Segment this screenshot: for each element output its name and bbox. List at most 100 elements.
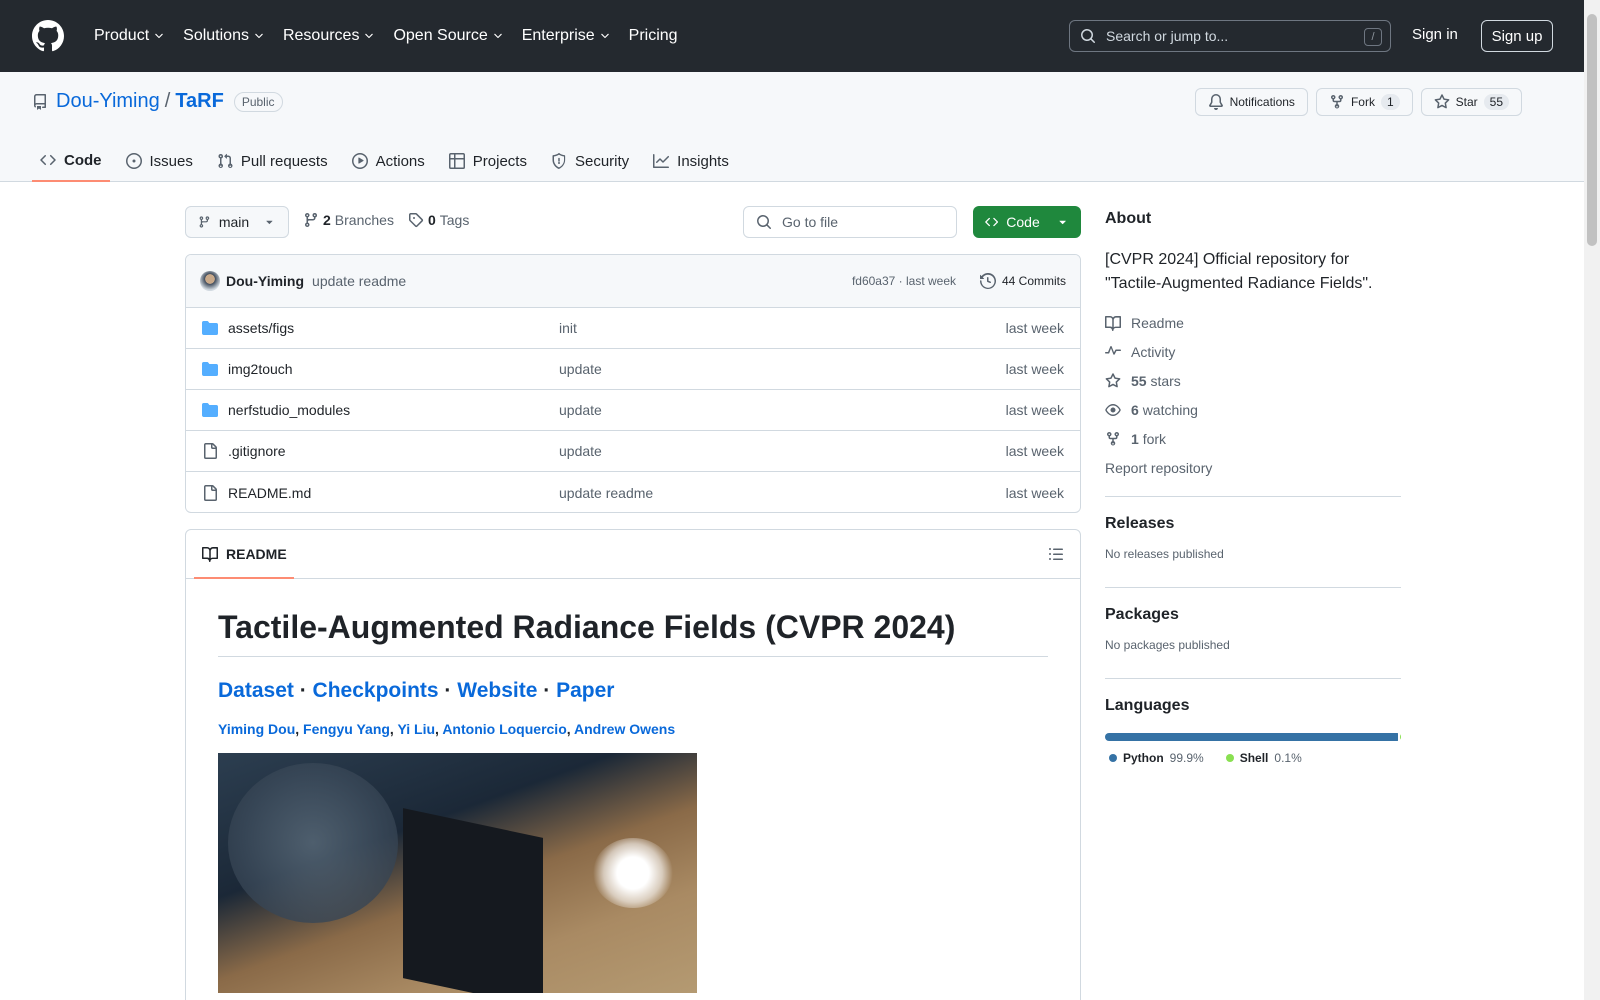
- nav-product[interactable]: Product: [86, 20, 173, 52]
- commit-author-link[interactable]: Dou-Yiming: [226, 273, 304, 289]
- nav-resources[interactable]: Resources: [275, 20, 383, 52]
- file-commit-message[interactable]: update: [559, 443, 602, 459]
- search-icon: [757, 215, 771, 229]
- tab-readme[interactable]: README: [194, 530, 294, 579]
- branch-selector[interactable]: main: [185, 206, 289, 238]
- readme-link-paper[interactable]: Paper: [556, 679, 614, 702]
- search-input[interactable]: Search or jump to... /: [1069, 20, 1391, 52]
- repo-title: Dou-Yiming / TaRF Public: [32, 90, 283, 113]
- stars-link[interactable]: 55 stars: [1105, 366, 1401, 395]
- history-icon: [979, 273, 996, 289]
- commit-sha[interactable]: fd60a37 · last week: [852, 274, 956, 288]
- fork-button[interactable]: Fork 1: [1315, 88, 1413, 116]
- file-name-link[interactable]: assets/figs: [228, 320, 294, 336]
- readme-link-checkpoints[interactable]: Checkpoints: [313, 679, 439, 702]
- commits-link[interactable]: 44 Commits: [979, 273, 1066, 289]
- author-link[interactable]: Yiming Dou: [218, 721, 295, 737]
- star-icon: [1434, 94, 1450, 109]
- commit-message-link[interactable]: update readme: [312, 273, 406, 289]
- tab-code[interactable]: Code: [32, 140, 110, 182]
- nav-pricing[interactable]: Pricing: [621, 20, 686, 52]
- language-item-python[interactable]: Python 99.9%: [1109, 751, 1204, 765]
- nav-solutions[interactable]: Solutions: [175, 20, 273, 52]
- tag-icon: [408, 213, 423, 228]
- graph-icon: [653, 154, 670, 168]
- go-to-file-input[interactable]: Go to file: [743, 206, 957, 238]
- tab-actions[interactable]: Actions: [344, 140, 433, 182]
- readme-panel: README Tactile-Augmented Radiance Fields…: [185, 529, 1081, 1000]
- tab-label: Actions: [375, 152, 425, 170]
- file-browser: Dou-Yiming update readme fd60a37 · last …: [185, 254, 1081, 513]
- tab-issues[interactable]: Issues: [118, 140, 201, 182]
- page-scrollbar[interactable]: [1584, 0, 1600, 1000]
- fork-count: 1: [1380, 94, 1400, 110]
- repo-tabs: Code Issues Pull requests Actions Projec…: [32, 140, 745, 182]
- chevron-down-icon: [365, 33, 374, 39]
- image-region-plate: [228, 763, 398, 923]
- table-row[interactable]: README.md update readme last week: [186, 472, 1080, 512]
- star-button[interactable]: Star 55: [1420, 88, 1522, 116]
- watching-link[interactable]: 6 watching: [1105, 395, 1401, 424]
- file-commit-message[interactable]: update readme: [559, 485, 653, 501]
- packages-text: No packages published: [1105, 638, 1230, 652]
- file-name-link[interactable]: img2touch: [228, 361, 293, 377]
- file-name-link[interactable]: nerfstudio_modules: [228, 402, 350, 418]
- repo-owner-link[interactable]: Dou-Yiming: [56, 90, 160, 113]
- repo-name-link[interactable]: TaRF: [175, 90, 224, 113]
- file-commit-message[interactable]: update: [559, 361, 602, 377]
- chevron-down-icon: [600, 33, 609, 39]
- table-row[interactable]: img2touch update last week: [186, 349, 1080, 390]
- author-link[interactable]: Fengyu Yang: [303, 721, 390, 737]
- packages-heading[interactable]: Packages: [1105, 606, 1401, 624]
- global-header: Product Solutions Resources Open Source …: [0, 0, 1584, 72]
- nav-open-source[interactable]: Open Source: [385, 20, 511, 52]
- readme-link-website[interactable]: Website: [457, 679, 537, 702]
- language-name: Python: [1123, 751, 1164, 765]
- about-list: Readme Activity 55 stars 6 watching 1 fo…: [1105, 308, 1401, 482]
- readme-link[interactable]: Readme: [1105, 308, 1401, 337]
- language-bar: [1105, 733, 1401, 741]
- top-nav: Product Solutions Resources Open Source …: [86, 20, 686, 52]
- pulse-icon: [1105, 345, 1121, 355]
- tab-projects[interactable]: Projects: [441, 140, 535, 182]
- table-row[interactable]: assets/figs init last week: [186, 308, 1080, 349]
- list-icon[interactable]: [1048, 546, 1064, 562]
- about-description: [CVPR 2024] Official repository for "Tac…: [1105, 251, 1373, 292]
- sign-up-button[interactable]: Sign up: [1481, 20, 1553, 52]
- code-dropdown-button[interactable]: Code: [973, 206, 1081, 238]
- star-label: Star: [1455, 95, 1478, 109]
- branch-icon: [199, 216, 210, 228]
- table-row[interactable]: nerfstudio_modules update last week: [186, 390, 1080, 431]
- code-icon: [40, 154, 56, 166]
- branches-link[interactable]: 2 Branches: [303, 212, 394, 228]
- sign-in-link[interactable]: Sign in: [1412, 26, 1458, 43]
- report-repository-link[interactable]: Report repository: [1105, 453, 1401, 482]
- author-link[interactable]: Antonio Loquercio: [442, 721, 566, 737]
- file-name-link[interactable]: .gitignore: [228, 443, 286, 459]
- tab-security[interactable]: Security: [543, 140, 637, 182]
- file-commit-date: last week: [1005, 484, 1064, 501]
- nav-label: Product: [94, 27, 150, 44]
- tab-pull-requests[interactable]: Pull requests: [209, 140, 336, 182]
- notifications-label: Notifications: [1229, 95, 1295, 109]
- languages-heading: Languages: [1105, 697, 1190, 714]
- tags-link[interactable]: 0 Tags: [408, 212, 469, 228]
- readme-link-dataset[interactable]: Dataset: [218, 679, 294, 702]
- author-link[interactable]: Andrew Owens: [574, 721, 675, 737]
- scrollbar-thumb[interactable]: [1587, 14, 1597, 246]
- language-item-shell[interactable]: Shell 0.1%: [1225, 751, 1302, 765]
- activity-link[interactable]: Activity: [1105, 337, 1401, 366]
- tab-insights[interactable]: Insights: [645, 140, 737, 182]
- forks-link[interactable]: 1 fork: [1105, 424, 1401, 453]
- nav-label: Open Source: [393, 27, 488, 44]
- avatar[interactable]: [200, 271, 220, 291]
- file-commit-message[interactable]: update: [559, 402, 602, 418]
- file-commit-message[interactable]: init: [559, 320, 577, 336]
- table-row[interactable]: .gitignore update last week: [186, 431, 1080, 472]
- github-logo-icon[interactable]: [32, 20, 64, 52]
- file-name-link[interactable]: README.md: [228, 485, 311, 501]
- author-link[interactable]: Yi Liu: [397, 721, 435, 737]
- notifications-button[interactable]: Notifications: [1194, 88, 1308, 116]
- nav-enterprise[interactable]: Enterprise: [514, 20, 619, 52]
- releases-heading[interactable]: Releases: [1105, 515, 1401, 533]
